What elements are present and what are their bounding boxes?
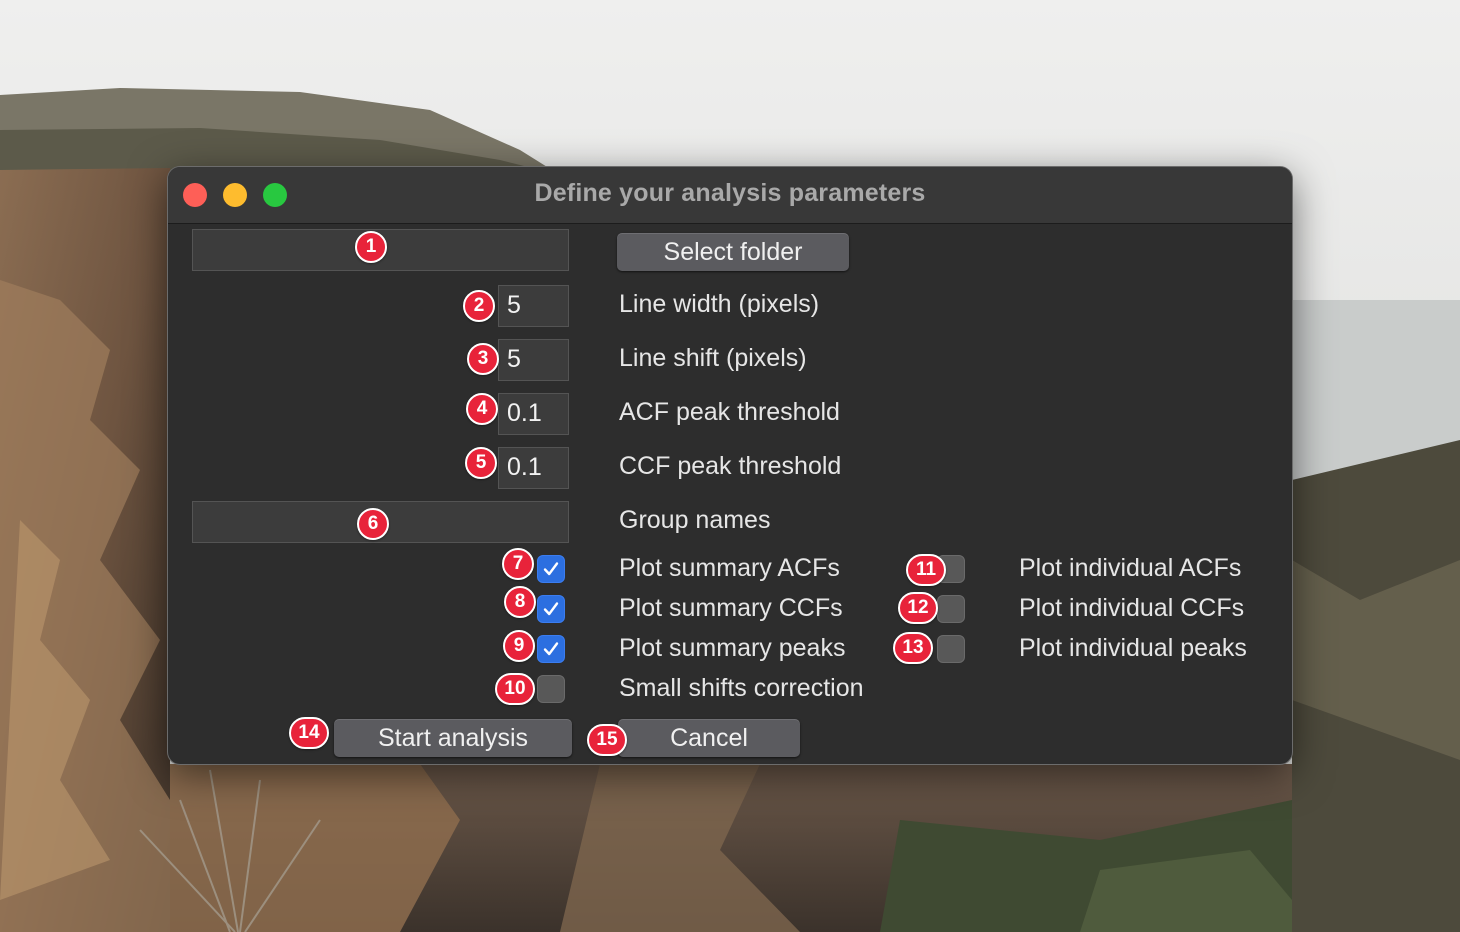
ccf-threshold-label: CCF peak threshold <box>619 452 842 480</box>
plot-summary-peaks-label: Plot summary peaks <box>619 634 846 662</box>
annotation-badge-13: 13 <box>893 632 933 664</box>
plot-summary-acfs-checkbox[interactable] <box>537 555 565 583</box>
checkmark-icon <box>543 642 559 656</box>
line-width-input[interactable]: 5 <box>498 285 569 327</box>
analysis-parameters-window: Define your analysis parameters Select f… <box>168 167 1292 764</box>
annotation-badge-15: 15 <box>587 724 627 756</box>
line-shift-label: Line shift (pixels) <box>619 344 807 372</box>
annotation-badge-7: 7 <box>502 548 534 580</box>
annotation-badge-11: 11 <box>906 554 946 586</box>
plot-summary-peaks-checkbox[interactable] <box>537 635 565 663</box>
plot-summary-ccfs-label: Plot summary CCFs <box>619 594 843 622</box>
line-shift-input[interactable]: 5 <box>498 339 569 381</box>
plot-individual-peaks-label: Plot individual peaks <box>1019 634 1247 662</box>
plot-summary-ccfs-checkbox[interactable] <box>537 595 565 623</box>
acf-threshold-label: ACF peak threshold <box>619 398 840 426</box>
annotation-badge-2: 2 <box>463 290 495 322</box>
start-analysis-button[interactable]: Start analysis <box>334 719 572 757</box>
checkmark-icon <box>543 602 559 616</box>
annotation-badge-12: 12 <box>898 592 938 624</box>
small-shifts-correction-label: Small shifts correction <box>619 674 864 702</box>
annotation-badge-6: 6 <box>357 508 389 540</box>
plot-individual-acfs-label: Plot individual ACFs <box>1019 554 1242 582</box>
plot-individual-peaks-checkbox[interactable] <box>937 635 965 663</box>
plot-individual-ccfs-label: Plot individual CCFs <box>1019 594 1245 622</box>
annotation-badge-9: 9 <box>503 630 535 662</box>
checkmark-icon <box>543 562 559 576</box>
cancel-button[interactable]: Cancel <box>618 719 800 757</box>
ccf-threshold-input[interactable]: 0.1 <box>498 447 569 489</box>
annotation-badge-1: 1 <box>355 231 387 263</box>
select-folder-button[interactable]: Select folder <box>617 233 849 271</box>
window-title: Define your analysis parameters <box>534 179 926 207</box>
annotation-badge-4: 4 <box>466 393 498 425</box>
annotation-badge-8: 8 <box>504 586 536 618</box>
group-names-label: Group names <box>619 506 771 534</box>
annotation-badge-14: 14 <box>289 717 329 749</box>
small-shifts-correction-checkbox[interactable] <box>537 675 565 703</box>
line-width-label: Line width (pixels) <box>619 290 820 318</box>
annotation-badge-5: 5 <box>465 447 497 479</box>
acf-threshold-input[interactable]: 0.1 <box>498 393 569 435</box>
title-bar: Define your analysis parameters <box>168 167 1292 224</box>
plot-individual-ccfs-checkbox[interactable] <box>937 595 965 623</box>
annotation-badge-10: 10 <box>495 673 535 705</box>
plot-summary-acfs-label: Plot summary ACFs <box>619 554 840 582</box>
annotation-badge-3: 3 <box>467 343 499 375</box>
